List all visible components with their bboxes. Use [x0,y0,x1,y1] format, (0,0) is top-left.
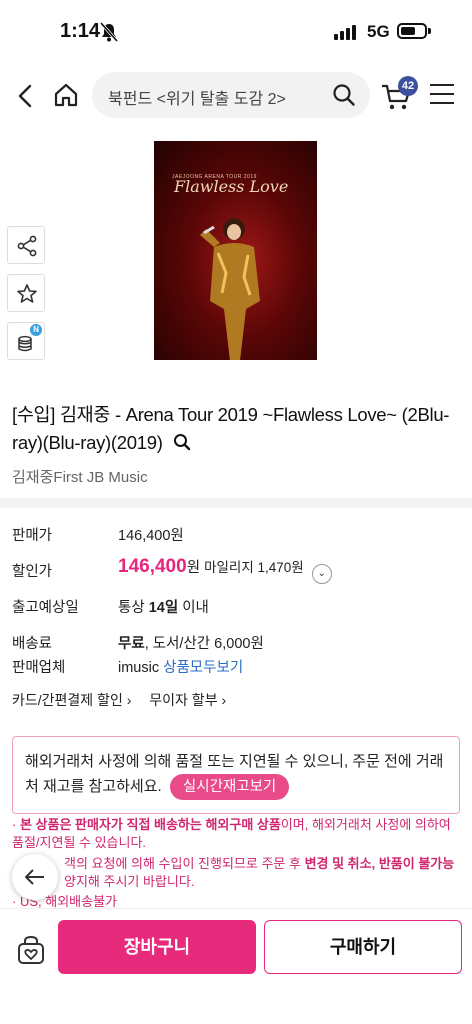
realtime-stock-button[interactable]: 실시간재고보기 [169,774,290,800]
sale-price-value: 146,400 [118,556,187,577]
search-icon[interactable] [173,433,191,451]
product-artist[interactable]: 김재중First JB Music [12,466,148,487]
share-icon [17,235,37,257]
bullet-1-bold: 판매자가 직접 배송하는 해외구매 상품 [75,817,281,832]
shipping-detail: , 도서/산간 6,000원 [144,636,264,652]
add-to-cart-button[interactable]: 장바구니 [58,920,256,974]
seller-value: imusic 상품모두보기 [118,656,243,677]
signal-icon [334,24,356,40]
top-header: 북펀드 <위기 탈출 도감 2> 42 [0,72,472,120]
floating-back-button[interactable] [12,854,58,900]
card-discount-link[interactable]: 카드/간편결제 할인 › [12,692,131,708]
ship-date-days: 14일 [148,600,179,616]
status-time: 1:14 [60,20,101,42]
menu-icon[interactable] [430,84,454,106]
installment-text: 무이자 할부 [149,692,218,708]
list-price-value: 146,400원 [118,528,184,544]
arrow-left-icon [25,869,44,885]
seller-label: 판매업체 [12,660,66,676]
ship-date-suffix: 이내 [182,600,209,616]
shipping-fee-value: 무료, 도서/산간 6,000원 [118,632,264,653]
bullet-1-prefix: 본 상품은 [19,817,72,832]
bullet-2-prefix: 객의 요청에 의해 수입이 진행되므로 주문 후 [64,856,301,871]
cart-count-badge: 42 [398,76,418,96]
share-button[interactable] [7,226,45,264]
sale-price-unit: 원 [186,560,201,576]
bullet-2-bold: 변경 및 취소, 반품이 불가능 [304,856,455,871]
star-icon [17,284,37,303]
shipping-free: 무료 [118,636,145,652]
performer-figure [200,218,260,360]
ship-date-prefix: 통상 [118,600,145,616]
sale-price-row: 146,400원 마일리지 1,470원 ⌄ [118,556,332,584]
battery-icon [397,23,431,39]
gift-icon[interactable] [14,933,48,967]
search-icon[interactable] [332,83,356,107]
product-title: [수입] 김재중 - Arena Tour 2019 ~Flawless Lov… [12,401,464,457]
new-badge: N [30,324,42,336]
buy-now-button[interactable]: 구매하기 [264,920,462,974]
installment-link[interactable]: 무이자 할부 › [149,692,226,708]
product-image[interactable]: JAEJOONG ARENA TOUR 2019 Flawless Love [154,141,317,360]
status-bar: 1:14 5G [0,0,472,62]
payment-links: 카드/간편결제 할인 › 무이자 할부 › [12,690,240,710]
cover-title-text: Flawless Love [174,177,289,196]
ship-date-value: 통상 14일 이내 [118,596,209,617]
section-divider [0,498,472,508]
network-type: 5G [367,22,390,41]
notice-bullet-2: 객의 요청에 의해 수입이 진행되므로 주문 후 변경 및 취소, 반품이 불가… [12,855,462,891]
sale-price-label: 할인가 [12,564,53,580]
overseas-notice-box: 해외거래처 사정에 의해 품절 또는 지연될 수 있으니, 주문 전에 거래처 … [12,736,460,814]
wishlist-button[interactable] [7,274,45,312]
shipping-fee-label: 배송료 [12,636,53,652]
back-icon[interactable] [12,82,38,110]
ship-date-label: 출고예상일 [12,600,79,616]
list-price-label: 판매가 [12,528,53,544]
search-bar[interactable]: 북펀드 <위기 탈출 도감 2> [92,72,370,118]
seller-all-products-link[interactable]: 상품모두보기 [163,660,243,676]
product-title-text: [수입] 김재중 - Arena Tour 2019 ~Flawless Lov… [12,404,450,453]
home-icon[interactable] [52,81,80,109]
card-discount-text: 카드/간편결제 할인 [12,692,123,708]
chevron-down-icon[interactable]: ⌄ [311,564,332,584]
bottom-action-bar: 장바구니 구매하기 [0,908,472,1024]
seller-name: imusic [118,660,160,676]
search-placeholder: 북펀드 <위기 탈출 도감 2> [108,91,286,108]
mileage-text: 마일리지 1,470원 [204,560,304,575]
notice-bullet-1: · 본 상품은 판매자가 직접 배송하는 해외구매 상품이며, 해외거래처 사정… [12,817,451,850]
bullet-2-rest: 양지해 주시기 바랍니다. [64,874,195,889]
bell-muted-icon [100,22,118,42]
